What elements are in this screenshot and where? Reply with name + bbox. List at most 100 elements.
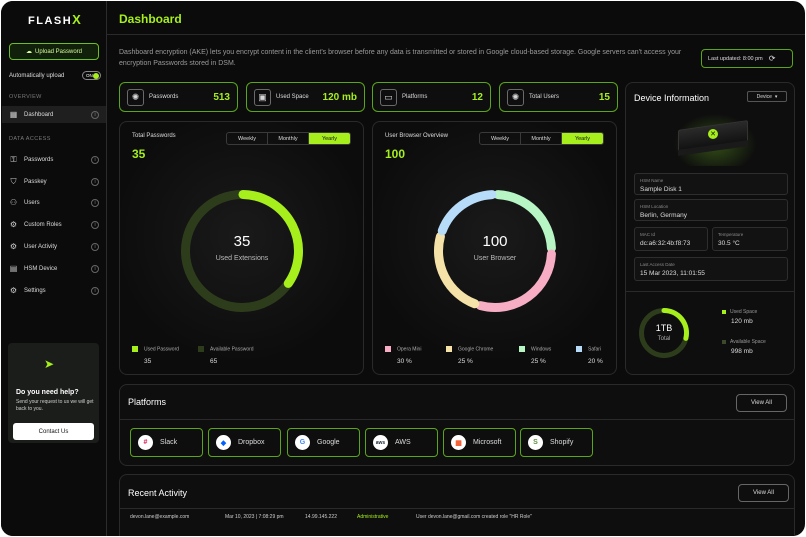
capacity-label: Total <box>657 336 671 342</box>
sparkle-icon: ✺ <box>127 88 144 106</box>
chart-title: User Browser Overview <box>385 133 449 139</box>
donut-center-label: User Browser <box>473 255 517 262</box>
last-updated-button[interactable]: Last updated: 8:00 pm ⟳ <box>701 49 793 68</box>
platform-shopify[interactable]: S Shopify <box>520 428 593 457</box>
legend-swatch <box>198 346 204 352</box>
platform-aws[interactable]: aws AWS <box>365 428 438 457</box>
paper-plane-icon: ➤ <box>44 357 55 371</box>
hsm-device-image: ✕ <box>670 111 760 166</box>
total-passwords-panel: Total Passwords 35 Weekly Monthly Yearly… <box>119 121 364 375</box>
legend-swatch <box>722 339 726 344</box>
tab-yearly[interactable]: Yearly <box>309 133 350 144</box>
legend-swatch <box>446 346 452 352</box>
legend-item: Available Password 65 <box>198 346 254 365</box>
passwords-donut: 35 Used Extensions <box>180 189 304 313</box>
sidebar-item-settings[interactable]: ⚙ Settings i <box>2 282 106 299</box>
capacity-value: 1TB <box>655 323 673 333</box>
info-icon[interactable]: i <box>91 286 99 295</box>
browser-donut: 100 User Browser <box>433 189 557 313</box>
browser-donut-svg <box>434 190 556 312</box>
auto-upload-toggle[interactable]: ON <box>82 71 101 80</box>
key-icon: ⚿ <box>10 154 17 164</box>
legend-swatch <box>576 346 582 352</box>
activity-email: devon.lane@example.com <box>130 514 190 520</box>
last-access-field: Last Access Date 15 Mar 2023, 11:01:55 <box>634 257 788 281</box>
brand-logo[interactable]: FLASHX <box>28 12 82 27</box>
donut-center-value: 100 <box>482 233 508 250</box>
legend-swatch <box>132 346 138 352</box>
stat-card-used-space[interactable]: ▣ Used Space 120 mb <box>246 82 365 112</box>
refresh-icon: ⟳ <box>768 54 776 63</box>
sidebar-item-users[interactable]: ⚇ Users i <box>2 194 106 211</box>
used-space-legend: Used Space 120 mb <box>722 309 757 325</box>
activity-divider <box>120 508 794 509</box>
platform-dropbox[interactable]: ◆ Dropbox <box>208 428 281 457</box>
platform-google[interactable]: G Google <box>287 428 360 457</box>
legend-swatch <box>722 309 726 314</box>
period-tabs: Weekly Monthly Yearly <box>226 132 351 145</box>
activity-action: User devon.lane@gmail.com created role "… <box>416 514 532 520</box>
sidebar-item-passwords[interactable]: ⚿ Passwords i <box>2 151 106 168</box>
platform-microsoft[interactable]: ▦ Microsoft <box>443 428 516 457</box>
legend-swatch <box>519 346 525 352</box>
platforms-title: Platforms <box>128 397 167 407</box>
help-card: ➤ Do you need help? Send your request to… <box>8 343 99 443</box>
sidebar-item-passkey[interactable]: ⛉ Passkey i <box>2 173 106 190</box>
period-tabs: Weekly Monthly Yearly <box>479 132 604 145</box>
available-space-legend: Available Space 998 mb <box>722 339 766 355</box>
info-icon[interactable]: i <box>91 110 99 119</box>
tab-monthly[interactable]: Monthly <box>521 133 562 144</box>
stat-card-passwords[interactable]: ✺ Passwords 513 <box>119 82 238 112</box>
legend-item: Used Password 35 <box>132 346 179 365</box>
sidebar: FLASHX ☁ Upload Password Automatically u… <box>1 1 107 536</box>
donut-slice-safari[interactable] <box>437 190 497 236</box>
upload-password-button[interactable]: ☁ Upload Password <box>9 43 99 60</box>
capacity-gauge: 1TB Total <box>638 307 690 359</box>
contact-us-button[interactable]: Contact Us <box>13 423 94 440</box>
browser-overview-panel: User Browser Overview 100 Weekly Monthly… <box>372 121 617 375</box>
activity-ip: 14.99.145.222 <box>305 514 337 520</box>
gear-icon: ⚙ <box>9 286 18 295</box>
help-text: Send your request to us we will get back… <box>16 399 94 412</box>
stat-card-platforms[interactable]: ▭ Platforms 12 <box>372 82 491 112</box>
info-icon[interactable]: i <box>91 198 99 207</box>
donut-center-value: 35 <box>233 233 251 250</box>
tab-weekly[interactable]: Weekly <box>480 133 521 144</box>
passkey-icon: ⛉ <box>10 176 17 186</box>
info-icon[interactable]: i <box>91 177 99 186</box>
google-icon: G <box>295 435 310 450</box>
microsoft-icon: ▦ <box>451 435 466 450</box>
info-icon[interactable]: i <box>91 264 99 273</box>
chart-total: 35 <box>132 147 146 161</box>
device-info-panel: Device Information Device ▾ ✕ HSM Name S… <box>625 82 795 375</box>
chart-total: 100 <box>385 147 406 161</box>
device-title: Device Information <box>634 93 710 103</box>
hsm-name-field: HSM Name Sample Disk 1 <box>634 173 788 195</box>
help-title: Do you need help? <box>16 389 79 396</box>
platforms-divider <box>120 419 794 420</box>
platform-slack[interactable]: # Slack <box>130 428 203 457</box>
capacity-gauge-svg <box>639 308 689 358</box>
sidebar-item-dashboard[interactable]: ▦ Dashboard i <box>2 106 106 123</box>
intro-text: Dashboard encryption (AKE) lets you encr… <box>119 49 682 67</box>
platforms-view-all-button[interactable]: View All <box>736 394 787 412</box>
chart-title: Total Passwords <box>132 133 176 139</box>
info-icon[interactable]: i <box>91 242 99 251</box>
tab-yearly[interactable]: Yearly <box>562 133 603 144</box>
dropbox-icon: ◆ <box>216 435 231 450</box>
sidebar-item-custom-roles[interactable]: ⚙ Custom Roles i <box>2 216 106 233</box>
info-icon[interactable]: i <box>91 220 99 229</box>
device-select[interactable]: Device ▾ <box>747 91 787 102</box>
header-divider <box>107 34 805 35</box>
platform-icon: ▭ <box>380 88 397 106</box>
tab-weekly[interactable]: Weekly <box>227 133 268 144</box>
activity-date: Mar 10, 2023 | 7:08:29 pm <box>225 514 284 520</box>
image-icon: ▣ <box>254 88 271 106</box>
sidebar-item-hsm-device[interactable]: ▤ HSM Device i <box>2 260 106 277</box>
info-icon[interactable]: i <box>91 155 99 164</box>
activity-view-all-button[interactable]: View All <box>738 484 789 502</box>
sidebar-item-user-activity[interactable]: ⚙ User Activity i <box>2 238 106 255</box>
device-icon: ▤ <box>9 264 18 273</box>
tab-monthly[interactable]: Monthly <box>268 133 309 144</box>
stat-card-total-users[interactable]: ✺ Total Users 15 <box>499 82 618 112</box>
